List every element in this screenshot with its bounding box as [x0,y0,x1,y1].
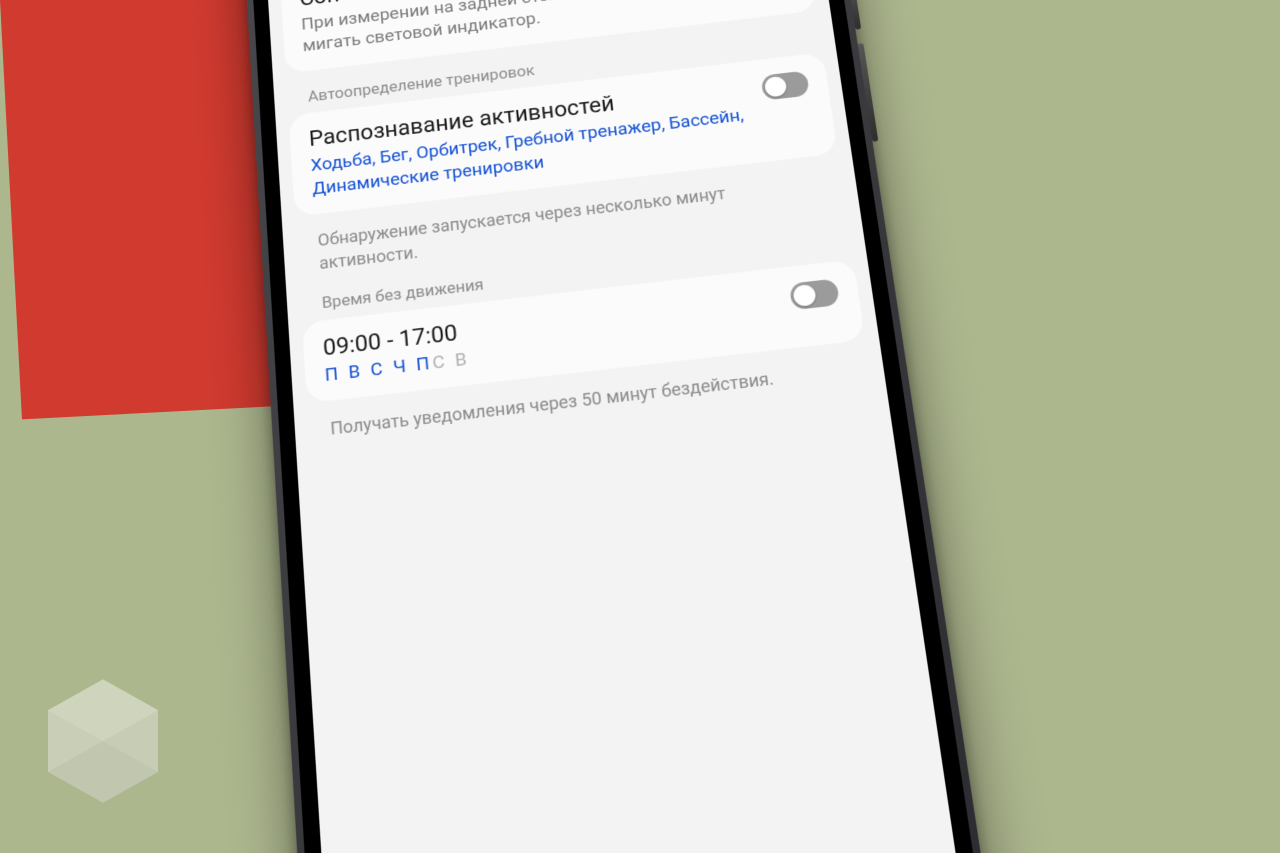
watermark-hexagon-icon [48,679,158,803]
inactive-time-toggle[interactable] [789,278,840,310]
days-inactive: С В [431,347,470,373]
phone-side-button [848,0,861,30]
phone-device: Стресс Только вручную Сон При измерении … [240,0,1013,853]
phone-frame: Стресс Только вручную Сон При измерении … [240,0,1013,853]
phone-bezel: Стресс Только вручную Сон При измерении … [247,0,1005,853]
activity-recognition-toggle[interactable] [761,70,810,100]
